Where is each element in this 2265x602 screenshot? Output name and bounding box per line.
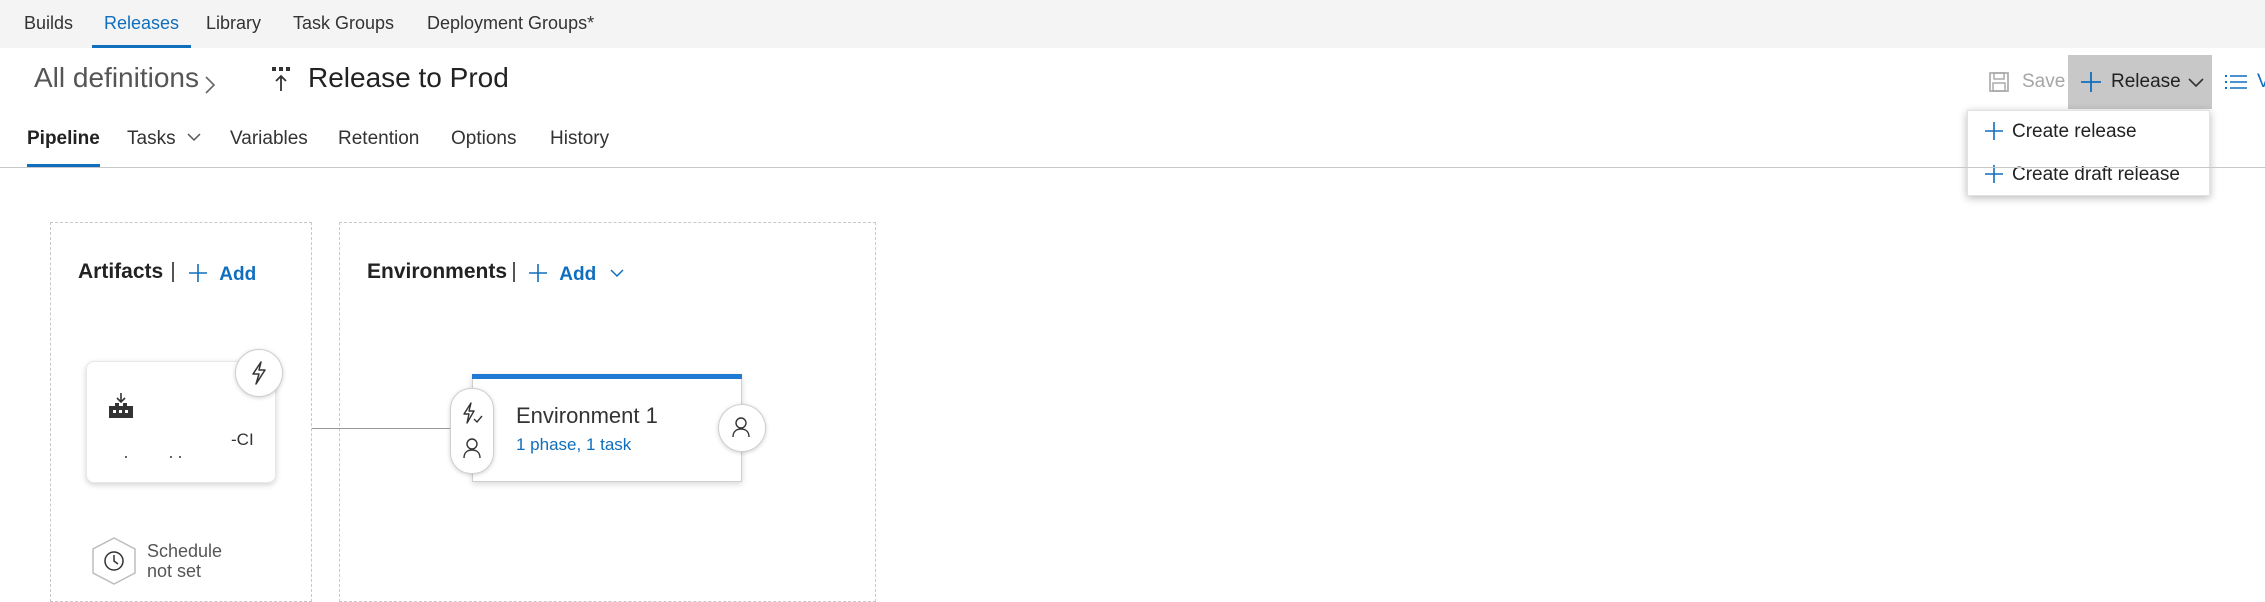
add-environment-label: Add (559, 264, 597, 285)
header-divider (513, 262, 515, 282)
schedule-line-2: not set (147, 561, 202, 581)
add-artifact-button[interactable]: Add (188, 260, 256, 286)
save-label: Save (2022, 71, 2066, 92)
person-icon (462, 437, 482, 464)
environment-summary-link[interactable]: 1 phase, 1 task (516, 435, 631, 455)
create-release-menu-item[interactable]: Create release (1968, 111, 2209, 153)
schedule-status: Schedule not set (147, 541, 222, 581)
environments-title: Environments (367, 260, 508, 283)
add-environment-button[interactable]: Add (528, 260, 624, 286)
environment-card[interactable]: Environment 1 1 phase, 1 task (472, 374, 742, 482)
tab-library[interactable]: Library (206, 0, 261, 48)
release-dropdown-menu: Create release Create draft release (1967, 110, 2210, 196)
plus-icon (528, 264, 553, 288)
plus-icon (1984, 121, 2004, 147)
view-label: V (2257, 71, 2265, 92)
page-title: Release to Prod (308, 62, 509, 93)
plus-icon (188, 264, 213, 288)
add-artifact-label: Add (219, 264, 257, 285)
environments-header: Environments (367, 260, 507, 284)
create-release-label: Create release (2012, 121, 2137, 142)
post-deployment-conditions-button[interactable] (718, 404, 766, 452)
tab-history[interactable]: History (550, 128, 609, 166)
pipeline-connector (312, 428, 452, 429)
schedule-hexagon-icon (92, 537, 136, 585)
schedule-trigger-button[interactable] (90, 536, 138, 586)
schedule-line-1: Schedule (147, 541, 223, 561)
lightning-check-icon (461, 402, 483, 431)
artifacts-header: Artifacts (78, 260, 163, 284)
release-button[interactable]: Release (2068, 55, 2212, 109)
tab-deployment-groups[interactable]: Deployment Groups* (427, 0, 594, 48)
environment-name: Environment 1 (516, 403, 658, 428)
tab-builds[interactable]: Builds (24, 0, 73, 48)
pre-deployment-conditions-button[interactable] (450, 388, 494, 474)
create-draft-release-menu-item[interactable]: Create draft release (1968, 154, 2209, 196)
list-icon (2224, 72, 2248, 98)
continuous-deployment-trigger-button[interactable] (235, 349, 283, 397)
artifact-name-redacted (125, 446, 185, 458)
chevron-down-icon (187, 126, 201, 147)
artifact-name: -CI (231, 430, 254, 449)
tab-tasks-label: Tasks (127, 128, 176, 149)
tab-variables[interactable]: Variables (230, 128, 308, 166)
save-icon (1988, 71, 2010, 99)
tab-pipeline[interactable]: Pipeline (27, 128, 100, 167)
chevron-right-icon (204, 70, 216, 102)
tab-retention[interactable]: Retention (338, 128, 419, 166)
build-factory-icon (107, 392, 135, 425)
tab-options[interactable]: Options (451, 128, 516, 166)
tab-task-groups[interactable]: Task Groups (293, 0, 394, 48)
chevron-down-icon (2188, 73, 2204, 95)
lightning-icon (249, 361, 269, 390)
release-definition-icon (270, 64, 294, 101)
save-button[interactable]: Save (1984, 58, 2066, 106)
tab-tasks[interactable]: Tasks (127, 128, 201, 166)
chevron-down-icon (609, 262, 624, 283)
environment-status-bar (472, 374, 742, 379)
tab-releases[interactable]: Releases (91, 0, 192, 48)
person-icon (731, 416, 751, 443)
plus-icon (2080, 71, 2102, 99)
breadcrumb: All definitions Release to Prod (34, 62, 509, 98)
view-releases-button[interactable]: V (2220, 58, 2265, 106)
release-label: Release (2111, 71, 2181, 92)
breadcrumb-all-definitions[interactable]: All definitions (34, 62, 199, 93)
top-navigation: Builds Releases Library Task Groups Depl… (0, 0, 2265, 48)
tabs-divider (0, 167, 2265, 168)
artifacts-title: Artifacts (78, 260, 164, 283)
header-divider (172, 262, 174, 282)
